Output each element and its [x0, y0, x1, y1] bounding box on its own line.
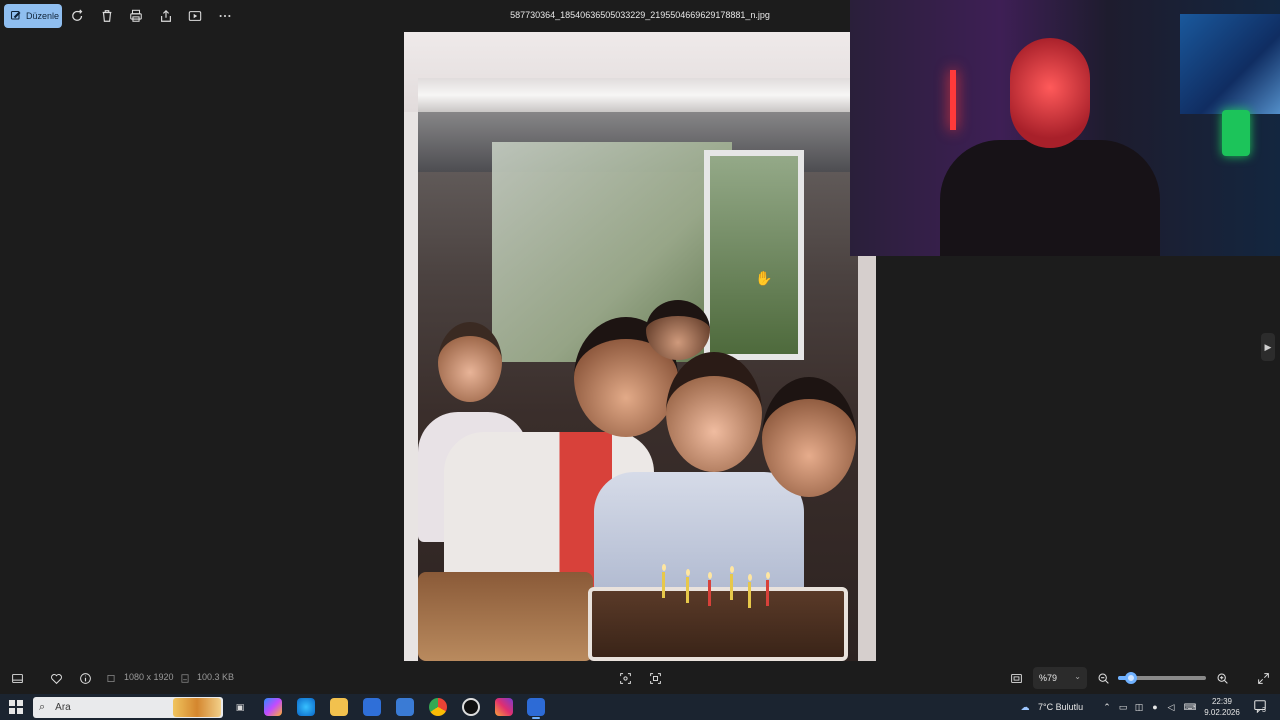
- child-face: [762, 377, 856, 497]
- image-dimensions: 1080 x 1920: [124, 672, 174, 682]
- candle-flame: [686, 569, 690, 576]
- windows-taskbar: ⌕ Ara ▣ ☁ 7°C Bulutlu ⌃ ▭ ◫ ● ◁ ⌨ 22:39 …: [0, 694, 1280, 720]
- share-icon[interactable]: [157, 7, 175, 25]
- filmstrip-icon[interactable]: [10, 671, 24, 685]
- child-face: [666, 352, 762, 472]
- hand-cursor-icon: ✋: [755, 270, 773, 286]
- candle: [662, 572, 665, 598]
- edge-browser-icon[interactable]: [297, 698, 315, 716]
- pastry-tray: [418, 572, 593, 661]
- search-icon: ⌕: [39, 701, 46, 713]
- weather-cloud-icon[interactable]: ☁: [1017, 701, 1033, 713]
- photos-app-window: Düzenle 587730364_18540636505033229_2195…: [0, 0, 1280, 694]
- child-shirt: [594, 472, 804, 602]
- streamer-body: [940, 140, 1160, 256]
- edit-icon: [10, 10, 21, 20]
- edit-button-label: Düzenle: [26, 11, 60, 21]
- display-icon[interactable]: ◫: [1133, 701, 1145, 713]
- clock-time: 22:39: [1211, 697, 1233, 706]
- mail-icon[interactable]: [396, 698, 414, 716]
- photos-app-icon[interactable]: [527, 698, 545, 719]
- chevron-right-icon: ▶: [1264, 341, 1272, 352]
- file-explorer-icon[interactable]: [330, 698, 348, 716]
- volume-icon[interactable]: ◁: [1165, 701, 1177, 713]
- rotate-icon[interactable]: [69, 7, 87, 25]
- photo-plastic-sleeve: [418, 78, 876, 112]
- taskbar-search-box[interactable]: ⌕ Ara: [33, 697, 223, 718]
- network-icon[interactable]: ▭: [1117, 701, 1129, 713]
- fit-to-window-icon[interactable]: [1009, 671, 1023, 685]
- weather-text[interactable]: 7°C Bulutlu: [1038, 702, 1083, 712]
- notification-center-icon[interactable]: 3: [1253, 699, 1269, 715]
- print-icon[interactable]: [127, 7, 145, 25]
- zoom-out-icon[interactable]: [1096, 671, 1110, 685]
- file-size: 100.3 KB: [197, 672, 235, 682]
- candle-flame: [662, 564, 666, 571]
- chrome-browser-icon[interactable]: [429, 698, 447, 716]
- candle: [730, 574, 733, 600]
- photo-window-frame: [704, 150, 804, 360]
- search-highlight-art: [173, 698, 221, 717]
- birthday-cake: [588, 587, 848, 661]
- obs-studio-icon[interactable]: [462, 698, 480, 716]
- candle-flame: [730, 566, 734, 573]
- candle: [766, 580, 769, 606]
- child-face: [646, 300, 710, 360]
- child-face: [438, 322, 502, 402]
- microsoft-store-icon[interactable]: [363, 698, 381, 716]
- chevron-down-icon: ⌄: [1074, 672, 1081, 681]
- system-clock[interactable]: 22:39 9.02.2026: [1200, 696, 1244, 718]
- next-photo-button[interactable]: ▶: [1261, 333, 1275, 361]
- dimensions-icon: [106, 671, 116, 685]
- notification-count: 3: [1262, 707, 1266, 714]
- candle-flame: [766, 572, 770, 579]
- info-icon[interactable]: [78, 671, 92, 685]
- crop-focus-icon[interactable]: [618, 671, 632, 685]
- photo-canvas[interactable]: [404, 32, 876, 661]
- edit-button[interactable]: Düzenle: [4, 4, 62, 28]
- chevron-up-icon[interactable]: ⌃: [1101, 701, 1113, 713]
- slideshow-icon[interactable]: [186, 7, 204, 25]
- candle-flame: [748, 574, 752, 581]
- instagram-icon[interactable]: [495, 698, 513, 716]
- zoom-level-select[interactable]: %79 ⌄: [1033, 667, 1087, 689]
- candle: [748, 582, 751, 608]
- file-name: 587730364_18540636505033229_219550466962…: [510, 10, 770, 20]
- start-button[interactable]: [9, 700, 23, 714]
- copilot-icon[interactable]: [264, 698, 282, 716]
- candle: [686, 577, 689, 603]
- more-icon[interactable]: [216, 7, 234, 25]
- favorite-heart-icon[interactable]: [49, 671, 63, 685]
- zoom-level-value: %79: [1039, 673, 1058, 683]
- led-light: [950, 70, 956, 130]
- file-size-icon: [180, 671, 190, 685]
- search-placeholder: Ara: [55, 702, 71, 713]
- webcam-overlay: [850, 0, 1280, 256]
- candle: [708, 580, 711, 606]
- monitor-glow: [1180, 14, 1280, 114]
- keyboard-icon[interactable]: ⌨: [1182, 701, 1198, 713]
- candle-flame: [708, 572, 712, 579]
- fullscreen-icon[interactable]: [1256, 671, 1270, 685]
- task-view-icon[interactable]: ▣: [231, 698, 249, 716]
- delete-icon[interactable]: [98, 7, 116, 25]
- microphone-icon[interactable]: ●: [1149, 701, 1161, 713]
- photo-right-edge: [858, 256, 876, 661]
- microphone: [1222, 110, 1250, 156]
- visual-search-icon[interactable]: [648, 671, 662, 685]
- bottom-status-bar: 1080 x 1920 100.3 KB %79 ⌄: [0, 662, 1280, 694]
- zoom-slider[interactable]: [1118, 672, 1206, 684]
- streamer-head: [1010, 38, 1090, 148]
- clock-date: 9.02.2026: [1204, 708, 1240, 717]
- zoom-in-icon[interactable]: [1215, 671, 1229, 685]
